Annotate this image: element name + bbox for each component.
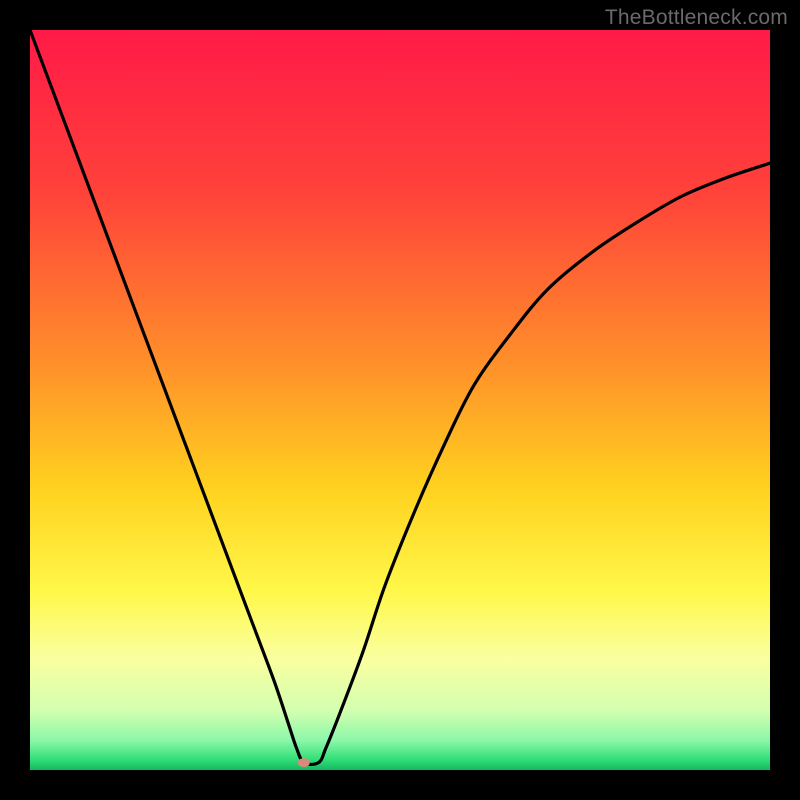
- plot-area: [30, 30, 770, 770]
- minimum-marker: [298, 758, 310, 767]
- chart-frame: TheBottleneck.com: [0, 0, 800, 800]
- gradient-background: [30, 30, 770, 770]
- chart-svg: [30, 30, 770, 770]
- watermark-text: TheBottleneck.com: [605, 6, 788, 30]
